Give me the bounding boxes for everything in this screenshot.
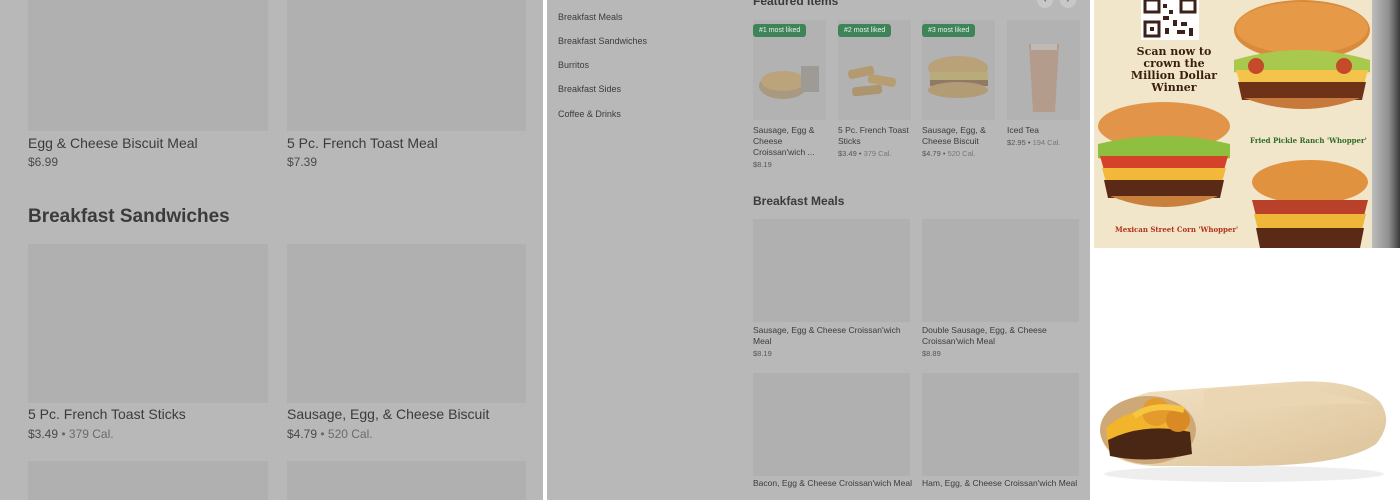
featured-item-name[interactable]: 5 Pc. French Toast Sticks (838, 125, 916, 147)
carousel-next-button[interactable]: › (1060, 0, 1076, 8)
item-name[interactable]: Egg & Cheese Biscuit Meal (28, 135, 198, 151)
featured-item-card[interactable]: #3 most liked (922, 20, 995, 120)
item-image-placeholder[interactable] (287, 461, 526, 500)
burger-caption: Mexican Street Corn 'Whopper' (1115, 225, 1239, 234)
item-image-placeholder[interactable] (28, 461, 268, 500)
meal-image-placeholder[interactable] (753, 219, 910, 322)
qr-code-icon (1141, 0, 1199, 40)
burrito-photo (1094, 252, 1400, 500)
burger-image (1234, 0, 1370, 109)
category-link[interactable]: Burritos (558, 60, 589, 70)
most-liked-badge: #3 most liked (922, 24, 976, 37)
burger-image (1252, 160, 1368, 248)
meal-price: $8.89 (922, 349, 941, 358)
featured-item-price: $3.49 • 379 Cal. (838, 149, 892, 158)
section-heading: Breakfast Sandwiches (28, 206, 230, 227)
featured-item-name[interactable]: Iced Tea (1007, 125, 1085, 136)
item-price: $6.99 (28, 155, 59, 169)
featured-items-title: Featured Items (753, 0, 839, 8)
item-image-placeholder[interactable] (28, 244, 268, 403)
iced-tea-image (1029, 44, 1059, 112)
promo-poster: Scan now to crown the Million Dollar Win… (1094, 0, 1372, 248)
item-price: $3.49 • 379 Cal. (28, 427, 114, 441)
meal-image-placeholder[interactable] (753, 373, 910, 476)
item-image-placeholder[interactable] (287, 244, 526, 403)
most-liked-badge: #1 most liked (753, 24, 807, 37)
background-wall (1372, 0, 1400, 248)
featured-item-card[interactable]: #1 most liked (753, 20, 826, 120)
most-liked-badge: #2 most liked (838, 24, 892, 37)
meal-image-placeholder[interactable] (922, 219, 1079, 322)
featured-item-name[interactable]: Sausage, Egg, & Cheese Biscuit (922, 125, 1000, 147)
section-heading: Breakfast Meals (753, 194, 845, 208)
meal-name[interactable]: Ham, Egg, & Cheese Croissan'wich Meal (922, 478, 1082, 489)
item-image-placeholder[interactable] (287, 0, 526, 131)
burger-image (1098, 102, 1230, 207)
carousel-prev-button[interactable]: ‹ (1037, 0, 1053, 8)
promo-poster-photo: Scan now to crown the Million Dollar Win… (1094, 0, 1400, 248)
menu-panel-left: Egg & Cheese Biscuit Meal $6.99 5 Pc. Fr… (0, 0, 543, 500)
meal-image-placeholder[interactable] (922, 373, 1079, 476)
item-image-placeholder[interactable] (28, 0, 268, 131)
menu-panel-middle: Breakfast Meals Breakfast Sandwiches Bur… (547, 0, 1090, 500)
featured-item-price: $4.79 • 520 Cal. (922, 149, 976, 158)
featured-item-card[interactable]: #2 most liked (838, 20, 911, 120)
category-link[interactable]: Breakfast Sides (558, 84, 621, 94)
featured-item-price: $8.19 (753, 160, 772, 169)
featured-item-card[interactable] (1007, 20, 1080, 120)
featured-item-price: $2.95 • 194 Cal. (1007, 138, 1061, 147)
item-name[interactable]: 5 Pc. French Toast Meal (287, 135, 438, 151)
meal-price: $8.19 (753, 349, 772, 358)
meal-name[interactable]: Sausage, Egg & Cheese Croissan'wich Meal (753, 325, 913, 347)
category-link[interactable]: Coffee & Drinks (558, 109, 621, 119)
category-link[interactable]: Breakfast Sandwiches (558, 36, 647, 46)
item-calories: 379 Cal. (68, 427, 114, 441)
category-link[interactable]: Breakfast Meals (558, 12, 623, 22)
poster-headline: Scan now to crown the Million Dollar Win… (1130, 45, 1218, 94)
item-calories: 520 Cal. (327, 427, 373, 441)
item-name[interactable]: 5 Pc. French Toast Sticks (28, 406, 186, 422)
burger-caption: Fried Pickle Ranch 'Whopper' (1250, 136, 1367, 145)
featured-item-name[interactable]: Sausage, Egg & Cheese Croissan'wich ... (753, 125, 831, 158)
meal-name[interactable]: Bacon, Egg & Cheese Croissan'wich Meal (753, 478, 913, 489)
breakfast-burrito-image (1100, 381, 1387, 482)
meal-name[interactable]: Double Sausage, Egg, & Cheese Croissan'w… (922, 325, 1082, 347)
item-price: $7.39 (287, 155, 318, 169)
item-name[interactable]: Sausage, Egg, & Cheese Biscuit (287, 406, 489, 422)
item-price: $4.79 • 520 Cal. (287, 427, 373, 441)
